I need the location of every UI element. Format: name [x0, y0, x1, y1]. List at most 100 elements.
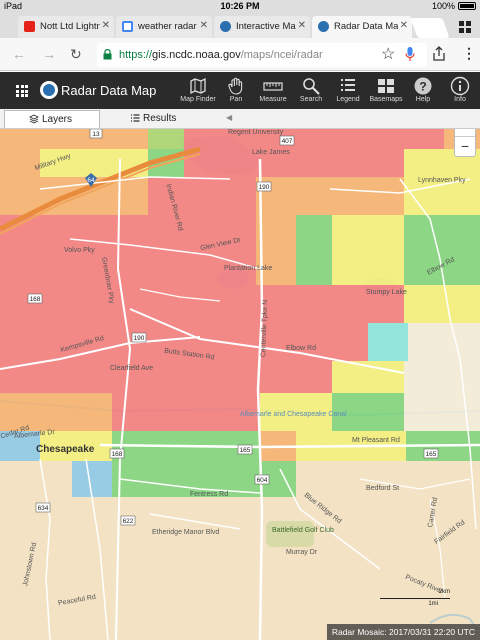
- tool-label: Map Finder: [180, 96, 216, 103]
- search-button[interactable]: Search: [291, 76, 331, 103]
- tab-title: Nott Ltd Lightni: [40, 21, 100, 32]
- route-shield: 168: [30, 296, 41, 303]
- route-shield: 604: [257, 477, 268, 484]
- tool-label: Measure: [259, 96, 287, 103]
- info-button[interactable]: Info: [440, 76, 480, 103]
- basemap-and-radar: 13 64 407 190 168 190 168 165 604 634 62…: [0, 129, 480, 640]
- scale-line: [380, 598, 450, 599]
- list-icon: [131, 114, 140, 122]
- tab-title: Interactive Map T: [236, 21, 296, 32]
- map-finder-button[interactable]: Map Finder: [178, 76, 218, 103]
- status-bar: iPad 10:26 PM 100%: [0, 0, 480, 12]
- browser-tab[interactable]: weather radar arc ✕: [116, 16, 212, 38]
- noaa-favicon: [220, 21, 231, 32]
- zoom-out-button[interactable]: −: [455, 136, 475, 156]
- tab-title: weather radar arc: [138, 21, 198, 32]
- route-shield: 622: [123, 518, 134, 525]
- browser-tab-active[interactable]: Radar Data Map | ✕: [312, 16, 412, 38]
- scale-bar: 2km 1mi: [380, 589, 450, 609]
- share-icon[interactable]: [433, 46, 445, 61]
- measure-button[interactable]: Measure: [253, 76, 293, 103]
- map-label: Stumpy Lake: [366, 289, 407, 296]
- route-shield: 168: [112, 451, 123, 458]
- new-tab-button[interactable]: [410, 18, 450, 38]
- forward-arrow-icon[interactable]: →: [42, 46, 56, 62]
- tab-switcher-icon[interactable]: [459, 21, 471, 33]
- tab-title: Radar Data Map |: [334, 21, 398, 32]
- map-label: Bedford St: [366, 485, 400, 492]
- close-tab-icon[interactable]: ✕: [400, 20, 408, 31]
- zoom-control: + −: [454, 129, 476, 157]
- battery-percent: 100%: [431, 1, 455, 11]
- back-arrow-icon[interactable]: ←: [12, 46, 26, 62]
- ruler-icon: [263, 82, 283, 91]
- address-bar[interactable]: https://gis.ncdc.noaa.gov/maps/ncei/rada…: [97, 43, 427, 67]
- youtube-icon: [24, 21, 35, 32]
- noaa-logo: [40, 81, 58, 99]
- reload-icon[interactable]: ↻: [70, 46, 82, 63]
- browser-tab[interactable]: Nott Ltd Lightni ✕: [18, 16, 114, 38]
- legend-icon: [341, 79, 355, 91]
- legend-button[interactable]: Legend: [328, 76, 368, 103]
- tool-label: Pan: [229, 96, 243, 103]
- map-label: Regent University: [228, 129, 284, 136]
- app-header: Radar Data Map Map Finder Pan Measure Se…: [0, 72, 480, 109]
- tab-label: Results: [143, 113, 177, 124]
- url-scheme: https://: [119, 49, 153, 61]
- close-tab-icon[interactable]: ✕: [200, 20, 208, 31]
- map-label: Elbow Rd: [286, 345, 316, 352]
- browser-tab-strip: Nott Ltd Lightni ✕ weather radar arc ✕ I…: [0, 12, 480, 38]
- route-shield: 165: [426, 451, 437, 458]
- battery-icon: [458, 2, 476, 10]
- route-shield: 190: [134, 335, 145, 342]
- noaa-favicon: [318, 21, 329, 32]
- collapse-panel-icon[interactable]: ◀: [226, 113, 232, 122]
- voice-search-icon[interactable]: [405, 47, 415, 62]
- tool-label: Search: [299, 96, 323, 103]
- bookmark-star-icon[interactable]: ☆: [381, 44, 395, 64]
- url-path: /maps/ncei/radar: [240, 49, 323, 61]
- map-label: Albemarle and Chesapeake Canal: [240, 411, 347, 418]
- tool-label: Info: [454, 96, 466, 103]
- browser-tab[interactable]: Interactive Map T ✕: [214, 16, 310, 38]
- close-tab-icon[interactable]: ✕: [298, 20, 306, 31]
- map-label: Battlefield Golf Club: [272, 527, 334, 534]
- tab-results[interactable]: Results: [104, 110, 214, 128]
- route-shield: 13: [92, 131, 100, 138]
- clock: 10:26 PM: [220, 1, 260, 11]
- app-title: Radar Data Map: [61, 83, 157, 98]
- route-shield: 634: [38, 505, 49, 512]
- overflow-menu-icon[interactable]: ⋮: [462, 45, 476, 62]
- scale-label-mi: 1mi: [428, 601, 438, 607]
- tool-label: Basemaps: [369, 96, 403, 103]
- map-label: Mt Pleasant Rd: [352, 437, 400, 444]
- basemaps-button[interactable]: Basemaps: [366, 76, 406, 103]
- side-panel-tabs: Layers Results ◀: [0, 109, 480, 129]
- help-button[interactable]: ? Help: [403, 76, 443, 103]
- city-label: Chesapeake: [36, 444, 95, 455]
- map-label: Plantation Lake: [224, 265, 273, 272]
- info-icon: [450, 76, 470, 96]
- map-label: Volvo Pky: [64, 247, 95, 254]
- map-canvas[interactable]: 13 64 407 190 168 190 168 165 604 634 62…: [0, 129, 480, 640]
- browser-toolbar: ← → ↻ https://gis.ncdc.noaa.gov/maps/nce…: [0, 38, 480, 71]
- help-icon: ?: [414, 77, 432, 95]
- map-label: Murray Dr: [286, 549, 318, 556]
- tab-label: Layers: [42, 114, 73, 125]
- google-icon: [122, 21, 133, 32]
- layers-icon: [28, 114, 40, 124]
- map-finder-icon: [190, 77, 206, 95]
- map-label: Etheridge Manor Blvd: [152, 529, 220, 536]
- tool-label: Help: [415, 96, 431, 103]
- battery-status: 100%: [432, 1, 476, 11]
- zoom-in-button[interactable]: +: [455, 129, 475, 136]
- tab-layers[interactable]: Layers: [4, 110, 100, 128]
- map-label: Lake James: [252, 149, 290, 156]
- pan-button[interactable]: Pan: [216, 76, 256, 103]
- close-tab-icon[interactable]: ✕: [102, 20, 110, 31]
- route-shield: 407: [282, 138, 293, 145]
- apps-grid-icon[interactable]: [16, 85, 28, 97]
- url-host: gis.ncdc.noaa.gov: [152, 49, 241, 61]
- interstate-shield: 64: [87, 177, 95, 184]
- basemaps-icon: [378, 79, 394, 93]
